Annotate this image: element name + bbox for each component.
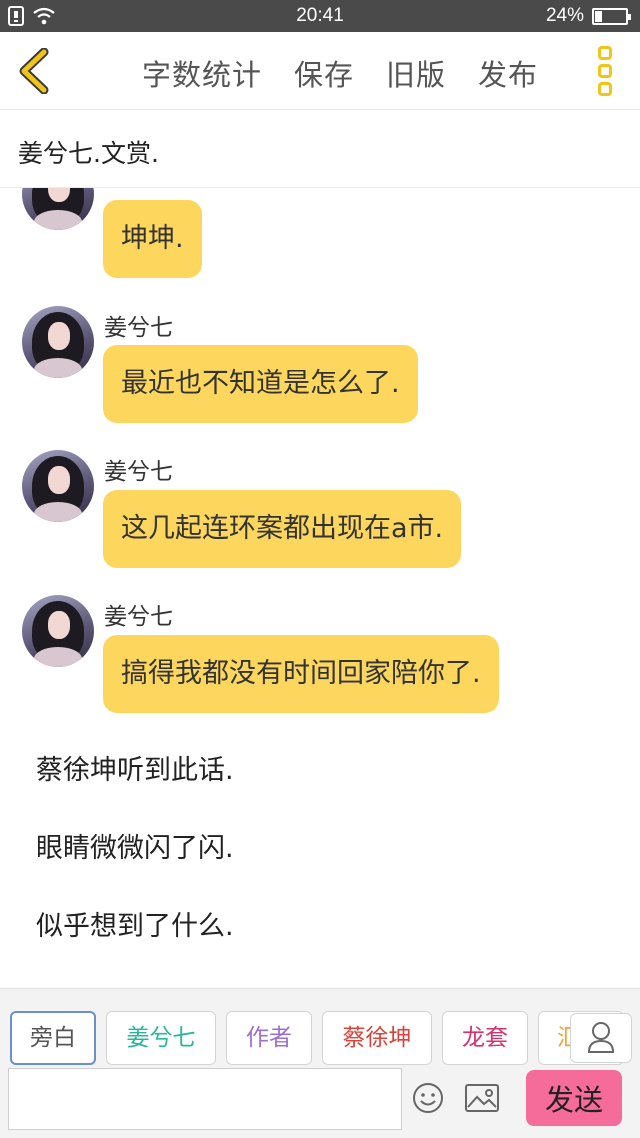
back-button[interactable] (14, 47, 54, 95)
avatar[interactable] (22, 595, 94, 667)
status-bar: 20:41 24% (0, 0, 640, 32)
image-icon (465, 1084, 499, 1112)
sender-name: 姜兮七 (104, 315, 173, 341)
sender-name: 姜兮七 (104, 604, 173, 630)
role-selector-bar: 旁白 姜兮七 作者 蔡徐坤 龙套 汇 (0, 988, 640, 1066)
image-button[interactable] (464, 1082, 500, 1114)
save-button[interactable]: 保存 (294, 52, 354, 94)
emoji-button[interactable] (412, 1082, 444, 1114)
word-count-button[interactable]: 字数统计 (142, 52, 262, 94)
more-vertical-icon[interactable] (598, 46, 616, 96)
avatar[interactable] (22, 306, 94, 378)
message-bubble[interactable]: 坤坤. (103, 200, 202, 278)
role-chip-jiang[interactable]: 姜兮七 (106, 1011, 216, 1065)
app-header: 字数统计 保存 旧版 发布 (0, 32, 640, 110)
role-chip-extra[interactable]: 龙套 (442, 1011, 528, 1065)
user-icon (587, 1022, 615, 1053)
more-dot (598, 64, 612, 78)
story-title: 姜兮七.文赏. (18, 139, 159, 168)
message-bubble[interactable]: 这几起连环案都出现在a市. (103, 490, 462, 568)
story-title-bar[interactable]: 姜兮七.文赏. (0, 110, 640, 188)
more-dot (598, 82, 612, 96)
role-manage-button[interactable] (570, 1013, 632, 1063)
old-version-button[interactable]: 旧版 (386, 52, 446, 94)
narration-line[interactable]: 蔡徐坤听到此话. (36, 748, 234, 787)
compose-bar: 发送 (0, 1066, 640, 1138)
narration-line[interactable]: 似乎想到了什么. (36, 904, 234, 943)
chat-content[interactable]: 坤坤. 姜兮七 最近也不知道是怎么了. 姜兮七 这几起连环案都出现在a市. 姜兮… (0, 188, 640, 988)
narration-line[interactable]: 眼睛微微闪了闪. (36, 826, 234, 865)
message-bubble[interactable]: 最近也不知道是怎么了. (103, 345, 418, 423)
message-input[interactable] (8, 1068, 402, 1130)
header-actions: 字数统计 保存 旧版 发布 (142, 52, 570, 94)
status-time: 20:41 (296, 5, 344, 26)
role-chip-cai[interactable]: 蔡徐坤 (322, 1011, 432, 1065)
message-bubble[interactable]: 搞得我都没有时间回家陪你了. (103, 635, 499, 713)
avatar[interactable] (22, 450, 94, 522)
avatar[interactable] (22, 188, 94, 230)
emoji-icon (413, 1083, 443, 1113)
send-button[interactable]: 发送 (526, 1070, 622, 1126)
chevron-left-icon (19, 47, 49, 95)
more-dot (598, 46, 612, 60)
battery-fill (595, 11, 602, 22)
publish-button[interactable]: 发布 (478, 52, 538, 94)
battery-icon (592, 8, 631, 25)
sender-name: 姜兮七 (104, 459, 173, 485)
role-chip-narrator[interactable]: 旁白 (10, 1011, 96, 1065)
battery-percent: 24% (545, 5, 584, 26)
role-chip-author[interactable]: 作者 (226, 1011, 312, 1065)
